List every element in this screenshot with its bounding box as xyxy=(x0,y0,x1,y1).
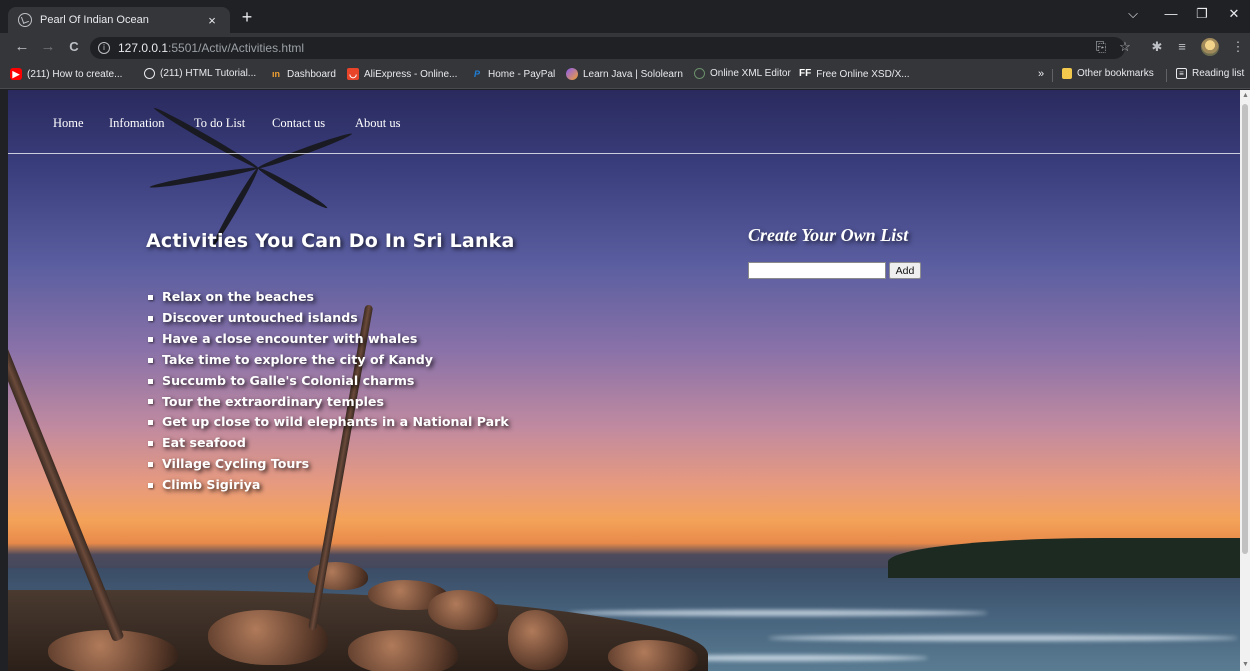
bookmark-item[interactable]: Online XML Editor xyxy=(694,68,791,79)
restore-button[interactable]: ❐ xyxy=(1190,6,1214,22)
menu-icon[interactable]: ⋮ xyxy=(1229,39,1247,55)
url-path: :5501/Activ/Activities.html xyxy=(168,41,305,55)
reading-list-icon[interactable]: ≡ xyxy=(1173,39,1191,54)
page-title: Activities You Can Do In Sri Lanka xyxy=(146,230,515,252)
back-button[interactable]: ← xyxy=(12,38,32,56)
list-item: Tour the extraordinary temples xyxy=(148,392,509,413)
list-item: Discover untouched islands xyxy=(148,308,509,329)
bookmark-item[interactable]: ◡ AliExpress - Online... xyxy=(347,68,457,80)
sololearn-icon xyxy=(566,68,578,80)
xml-editor-icon xyxy=(694,68,705,79)
bookmark-item[interactable]: ın Dashboard xyxy=(270,68,336,80)
other-bookmarks[interactable]: Other bookmarks xyxy=(1062,68,1154,79)
minimize-button[interactable]: — xyxy=(1159,6,1183,21)
list-item: Get up close to wild elephants in a Nati… xyxy=(148,412,509,433)
palm-frond xyxy=(149,165,259,191)
nav-contact-us[interactable]: Contact us xyxy=(272,116,325,131)
background-headland xyxy=(888,538,1240,578)
bookmarks-divider xyxy=(1052,69,1053,82)
list-item: Village Cycling Tours xyxy=(148,454,509,475)
page-scrollbar[interactable]: ▲ ▼ xyxy=(1240,90,1250,671)
url-host: 127.0.0.1 xyxy=(118,41,169,55)
bookmark-item[interactable]: (211) HTML Tutorial... xyxy=(144,68,256,79)
browser-toolbar: ← → C i 127.0.0.1 :5501/Activ/Activities… xyxy=(0,33,1250,62)
folder-icon xyxy=(1062,68,1072,79)
create-list-input[interactable] xyxy=(748,262,886,279)
add-button[interactable]: Add xyxy=(889,262,921,279)
dashboard-icon: ın xyxy=(272,69,280,79)
list-item: Eat seafood xyxy=(148,433,509,454)
paypal-icon: P xyxy=(473,69,480,79)
scrollbar-thumb[interactable] xyxy=(1242,104,1248,554)
list-item: Relax on the beaches xyxy=(148,287,509,308)
bookmarks-divider xyxy=(1166,69,1167,82)
activities-list: Relax on the beaches Discover untouched … xyxy=(148,287,509,496)
globe-icon xyxy=(18,13,32,27)
profile-avatar[interactable] xyxy=(1201,38,1219,56)
browser-tab-strip: Pearl Of Indian Ocean × + ⌵ — ❐ ✕ xyxy=(0,0,1250,33)
bookmark-item[interactable]: ▶ (211) How to create... xyxy=(10,68,122,80)
tab-search-icon[interactable]: ⌵ xyxy=(1121,6,1145,22)
reading-list-icon: ≡ xyxy=(1176,68,1187,79)
new-tab-button[interactable]: + xyxy=(235,6,259,30)
address-bar[interactable]: i 127.0.0.1 :5501/Activ/Activities.html xyxy=(90,37,1125,59)
site-navbar: Home Infomation To do List Contact us Ab… xyxy=(8,90,1240,154)
bookmarks-bar: ▶ (211) How to create... (211) HTML Tuto… xyxy=(0,62,1250,89)
list-item: Succumb to Galle's Colonial charms xyxy=(148,371,509,392)
scroll-down-icon[interactable]: ▼ xyxy=(1242,661,1249,668)
tab-close-icon[interactable]: × xyxy=(204,13,220,28)
star-icon[interactable]: ☆ xyxy=(1116,39,1134,55)
aliexpress-icon: ◡ xyxy=(347,68,359,80)
globe-icon xyxy=(144,68,155,79)
page-viewport: Home Infomation To do List Contact us Ab… xyxy=(8,90,1240,671)
bookmark-item[interactable]: FF Free Online XSD/X... xyxy=(799,68,910,80)
ff-icon: FF xyxy=(799,68,812,79)
list-item: Climb Sigiriya xyxy=(148,475,509,496)
youtube-icon: ▶ xyxy=(10,68,22,80)
share-icon[interactable]: ⎘ xyxy=(1092,39,1110,55)
nav-about-us[interactable]: About us xyxy=(355,116,401,131)
extensions-icon[interactable]: ✱ xyxy=(1148,39,1166,55)
close-window-button[interactable]: ✕ xyxy=(1222,6,1246,22)
palm-frond xyxy=(256,165,329,211)
forward-button[interactable]: → xyxy=(38,38,58,56)
nav-information[interactable]: Infomation xyxy=(109,116,165,131)
wave-foam xyxy=(568,610,988,616)
bookmark-item[interactable]: P Home - PayPal xyxy=(471,68,555,80)
reload-button[interactable]: C xyxy=(64,38,84,56)
reading-list-button[interactable]: ≡ Reading list xyxy=(1176,68,1244,79)
nav-todo-list[interactable]: To do List xyxy=(194,116,245,131)
site-info-icon[interactable]: i xyxy=(98,42,110,54)
browser-tab-active[interactable]: Pearl Of Indian Ocean × xyxy=(8,7,230,33)
tab-title: Pearl Of Indian Ocean xyxy=(40,14,149,26)
bookmarks-overflow-button[interactable]: » xyxy=(1038,68,1044,80)
nav-home[interactable]: Home xyxy=(53,116,84,131)
list-item: Take time to explore the city of Kandy xyxy=(148,350,509,371)
bookmark-item[interactable]: Learn Java | Sololearn xyxy=(566,68,683,80)
create-list-title: Create Your Own List xyxy=(748,225,909,245)
scroll-up-icon[interactable]: ▲ xyxy=(1242,92,1249,99)
list-item: Have a close encounter with whales xyxy=(148,329,509,350)
wave-foam xyxy=(768,635,1238,641)
background-rock xyxy=(428,590,498,630)
